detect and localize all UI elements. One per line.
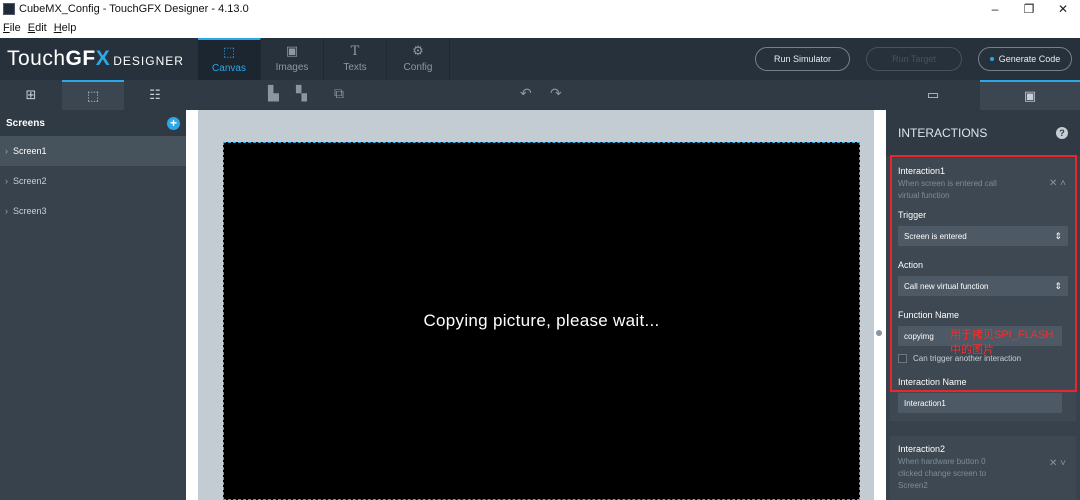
interaction2-description: When hardware button 0 clicked change sc…	[898, 457, 987, 490]
interaction-name-input[interactable]: Interaction1	[898, 393, 1062, 413]
generate-code-button[interactable]: Generate Code	[978, 47, 1072, 71]
sidebar-item-screen2[interactable]: › Screen2	[0, 166, 186, 196]
image-icon: ▣	[285, 44, 299, 59]
action-label: Action	[898, 260, 924, 270]
bring-front-icon[interactable]: ▙	[268, 86, 279, 102]
interaction1-card: Interaction1 When screen is entered call…	[890, 158, 1076, 421]
help-icon[interactable]: ?	[1056, 127, 1068, 139]
tab-texts-label: Texts	[343, 62, 367, 73]
updown-icon: ⇕	[1054, 280, 1062, 291]
function-name-label: Function Name	[898, 310, 960, 320]
text-icon: T	[350, 44, 360, 59]
menu-help[interactable]: Help	[54, 22, 77, 34]
chevron-right-icon: ›	[5, 176, 8, 186]
window-controls: – ❐ ✕	[978, 0, 1080, 18]
touchgfx-logo: TouchGFX DESIGNER	[7, 47, 184, 70]
checkbox-icon	[898, 354, 907, 363]
canvas-message: Copying picture, please wait...	[423, 311, 660, 330]
screens-header: Screens +	[0, 110, 186, 136]
send-back-icon[interactable]: ▚	[296, 86, 307, 102]
menu-bar: File Edit Help	[0, 18, 1080, 38]
window-title-bar: CubeMX_Config - TouchGFX Designer - 4.13…	[0, 0, 1080, 18]
close-icon[interactable]: ✕	[1046, 0, 1080, 18]
gear-icon: ⚙	[412, 44, 424, 59]
interaction-name-label: Interaction Name	[898, 377, 967, 387]
interaction2-title[interactable]: Interaction2	[898, 444, 1068, 454]
redo-icon[interactable]: ↷	[550, 86, 562, 102]
close-expand-icon[interactable]: ✕ ˅	[1049, 458, 1066, 469]
interaction1-title[interactable]: Interaction1	[898, 166, 1068, 176]
minimize-icon[interactable]: –	[978, 0, 1012, 18]
canvas-icon: ⬚	[222, 45, 236, 60]
screens-sidebar: Screens + › Screen1 › Screen2 › Screen3	[0, 110, 186, 500]
interactions-title: INTERACTIONS	[898, 126, 988, 140]
menu-file[interactable]: File	[3, 22, 21, 34]
sidebar-item-screen1[interactable]: › Screen1	[0, 136, 186, 166]
run-target-button[interactable]: Run Target	[866, 47, 962, 71]
action-select[interactable]: Call new virtual function ⇕	[898, 276, 1068, 296]
annotation-text: 用于拷贝SPI_FLASH 中的图片	[950, 329, 1054, 356]
screens-tab[interactable]: ⬚	[62, 80, 124, 110]
run-simulator-button[interactable]: Run Simulator	[755, 47, 850, 71]
screen-properties-tab[interactable]: ▭	[902, 80, 964, 110]
sub-toolbar: ⊞ ⬚ ☷ ▙ ▚ ⧉ ↶ ↷ ▭ ▣	[0, 80, 1080, 110]
tab-canvas-label: Canvas	[212, 63, 246, 74]
tab-config[interactable]: ⚙ Config	[387, 38, 450, 80]
generate-code-label: Generate Code	[998, 54, 1061, 64]
app-icon	[3, 3, 15, 15]
add-screen-icon[interactable]: +	[167, 116, 180, 130]
trigger-select[interactable]: Screen is entered ⇕	[898, 226, 1068, 246]
menu-edit[interactable]: Edit	[28, 22, 47, 34]
interactions-header: INTERACTIONS ?	[886, 110, 1080, 156]
updown-icon: ⇕	[1054, 230, 1062, 241]
tab-texts[interactable]: T Texts	[324, 38, 387, 80]
add-widget-tab[interactable]: ⊞	[0, 80, 62, 110]
interaction1-description: When screen is entered call virtual func…	[898, 179, 997, 200]
top-bar: TouchGFX DESIGNER ⬚ Canvas ▣ Images T Tex…	[0, 38, 1080, 80]
status-dot-icon	[989, 57, 994, 61]
group-icon[interactable]: ⧉	[334, 86, 344, 102]
tab-images-label: Images	[275, 62, 309, 73]
chevron-right-icon: ›	[5, 206, 8, 216]
interaction2-card: Interaction2 When hardware button 0 clic…	[890, 436, 1076, 500]
screens-title: Screens	[6, 117, 45, 129]
interactions-tab[interactable]: ▣	[980, 80, 1080, 110]
undo-icon[interactable]: ↶	[520, 86, 532, 102]
window-title: CubeMX_Config - TouchGFX Designer - 4.13…	[19, 3, 249, 15]
restore-icon[interactable]: ❐	[1012, 0, 1046, 18]
panel-resize-handle[interactable]	[876, 330, 882, 336]
tab-canvas[interactable]: ⬚ Canvas	[198, 38, 261, 80]
close-collapse-icon[interactable]: ✕ ˄	[1049, 178, 1066, 189]
tab-config-label: Config	[403, 62, 433, 73]
main-tabs: ⬚ Canvas ▣ Images T Texts ⚙ Config	[198, 38, 450, 80]
screen-preview[interactable]: Copying picture, please wait...	[223, 142, 860, 500]
tab-images[interactable]: ▣ Images	[261, 38, 324, 80]
trigger-label: Trigger	[898, 210, 927, 220]
properties-tab[interactable]: ☷	[124, 80, 186, 110]
sidebar-item-screen3[interactable]: › Screen3	[0, 196, 186, 226]
chevron-right-icon: ›	[5, 146, 8, 156]
